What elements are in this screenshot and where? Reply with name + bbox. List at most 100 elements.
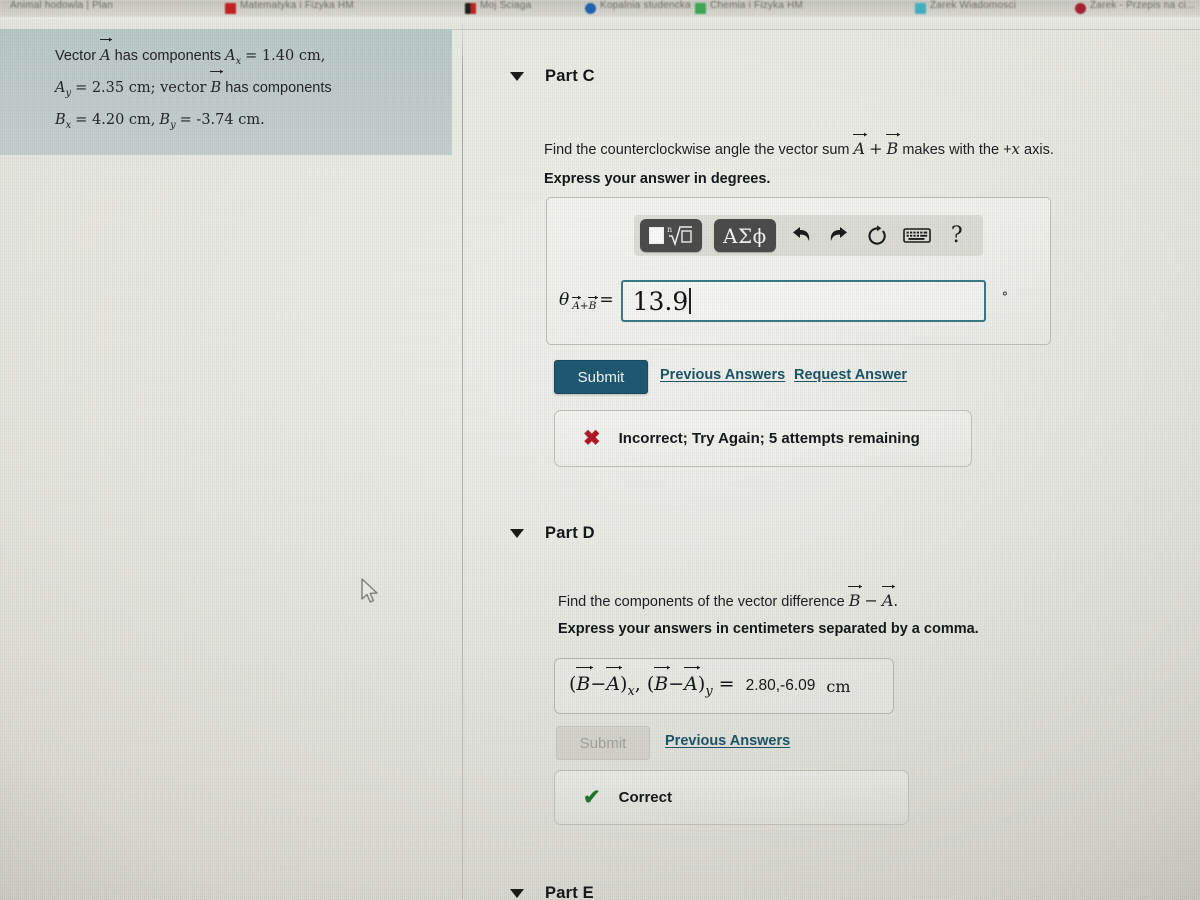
vector-a-symbol: A [853, 134, 867, 158]
component-symbol: B [55, 111, 66, 128]
part-c-question: Find the counterclockwise angle the vect… [544, 134, 1054, 158]
part-d-answer-box: (B−A)x, (B−A)y = 2.80,-6.09 cm [554, 658, 894, 714]
help-icon[interactable]: ? [944, 223, 970, 249]
bookmark-label: Kopalnia studencka [600, 0, 691, 11]
bookmark-item[interactable]: Matematyka i Fizyka HM [225, 0, 354, 17]
period: . [893, 594, 899, 610]
part-d-header[interactable]: Part D [510, 524, 595, 543]
greek-letters-label: ΑΣϕ [723, 223, 767, 248]
chevron-down-icon[interactable] [510, 529, 524, 538]
vector-b-symbol: B [886, 134, 900, 158]
svg-text:n: n [667, 225, 672, 234]
vector-b-symbol: B [848, 586, 863, 610]
math-template-button[interactable]: n [640, 219, 702, 252]
chevron-down-icon[interactable] [510, 889, 524, 898]
bookmark-item[interactable]: Zarek Wiadomosci [915, 0, 1016, 17]
greek-symbols-button[interactable]: ΑΣϕ [714, 219, 776, 252]
question-text: axis. [1024, 142, 1054, 158]
bookmark-item[interactable]: Animal hodowla | Plan [10, 0, 113, 17]
bookmark-favicon [915, 3, 926, 14]
radical-icon: n [667, 224, 693, 248]
part-c-answer-card: n ΑΣϕ ? θ A+B = 13.9 ° [546, 197, 1051, 345]
bookmark-item[interactable]: Moj Sciaga [465, 0, 531, 17]
vector-b-symbol: B [575, 667, 593, 696]
math-toolbar[interactable]: n ΑΣϕ ? [634, 215, 983, 256]
part-d-answer-value: 2.80,-6.09 [745, 677, 816, 694]
vector-b-symbol: B [210, 70, 223, 101]
bookmark-label: Zarek Wiadomosci [930, 0, 1016, 11]
assignment-content-pane: Part C Find the counterclockwise angle t… [462, 29, 1200, 900]
part-c-answer-input[interactable]: 13.9 [620, 280, 986, 322]
part-c-feedback-incorrect: ✖ Incorrect; Try Again; 5 attempts remai… [554, 410, 972, 467]
submit-button-label: Submit [579, 734, 627, 752]
part-c-request-answer-link[interactable]: Request Answer [794, 367, 907, 383]
answer-input-value: 13.9 [632, 286, 689, 316]
problem-statement-pane: Vector A has components Ax = 1.40 cm, Ay… [0, 29, 462, 900]
question-text: Find the counterclockwise angle the vect… [544, 142, 850, 158]
bookmark-label: Matematyka i Fizyka HM [240, 0, 354, 11]
vector-a-symbol: A [99, 38, 113, 69]
part-d-previous-answers-link[interactable]: Previous Answers [665, 733, 790, 749]
component-value: = 2.35 cm; vector [75, 79, 207, 96]
bookmark-favicon [1075, 3, 1086, 14]
question-text: Find the components of the vector differ… [558, 594, 845, 610]
vector-a-symbol: A [605, 667, 622, 696]
component-subscript: y [170, 119, 176, 131]
part-c-answer-row: θ A+B = 13.9 ° [559, 280, 1044, 322]
submit-button-label: Submit [577, 368, 625, 386]
part-d-question: Find the components of the vector differ… [558, 586, 899, 610]
minus-operator: − [668, 673, 685, 696]
equals-sign: = [599, 289, 614, 310]
bookmark-label: Chemia i Fizyka HM [710, 0, 804, 11]
part-c-submit-button[interactable]: Submit [554, 360, 648, 394]
reset-icon[interactable] [864, 223, 890, 249]
theta-symbol: θ [559, 289, 570, 310]
component-subscript: y [65, 87, 72, 99]
bookmark-label: Animal hodowla | Plan [10, 0, 113, 11]
browser-screenshot: Animal hodowla | Plan Matematyka i Fizyk… [0, 0, 1200, 900]
component-symbol: A [55, 79, 66, 96]
subscript-plus: + [579, 300, 589, 313]
problem-statement-box: Vector A has components Ax = 1.40 cm, Ay… [0, 29, 452, 155]
bookmark-favicon [695, 3, 706, 14]
bookmark-item[interactable]: Zarek - Przepis na ci... [1075, 0, 1195, 17]
part-d-feedback-correct: ✔ Correct [554, 770, 909, 825]
bookmark-label: Zarek - Przepis na ci... [1090, 0, 1195, 11]
statement-text: Vector [55, 48, 97, 64]
chevron-down-icon[interactable] [510, 72, 524, 81]
plus-operator: + [869, 139, 883, 158]
component-symbol: A [225, 48, 236, 64]
bookmark-favicon [225, 3, 236, 14]
problem-statement-line-1: Vector A has components Ax = 1.40 cm, [55, 38, 432, 75]
browser-bookmarks-bar[interactable]: Animal hodowla | Plan Matematyka i Fizyk… [0, 0, 1200, 17]
vector-b-symbol: B [653, 667, 671, 696]
problem-statement-line-2: Ay = 2.35 cm; vector B has components [55, 70, 432, 107]
bookmark-item[interactable]: Chemia i Fizyka HM [695, 0, 803, 17]
part-c-instruction: Express your answer in degrees. [544, 171, 771, 187]
part-c-header[interactable]: Part C [510, 67, 595, 86]
bookmark-label: Moj Sciaga [480, 0, 532, 11]
redo-icon[interactable] [826, 223, 852, 249]
text-caret [689, 288, 691, 314]
component-subscript-x: x [627, 683, 635, 699]
component-value: = 1.40 cm, [245, 48, 326, 64]
feedback-message: Incorrect; Try Again; 5 attempts remaini… [618, 430, 920, 447]
empty-box-icon [649, 227, 664, 244]
vector-a-symbol: A [683, 667, 700, 696]
bookmark-item[interactable]: Kopalnia studencka [585, 0, 691, 17]
keyboard-icon[interactable] [902, 223, 932, 249]
bookmark-favicon [585, 3, 596, 14]
component-value: = 4.20 cm, [75, 111, 156, 128]
subscript-vector-a: A [571, 297, 581, 313]
part-c-previous-answers-link[interactable]: Previous Answers [660, 367, 785, 383]
answer-variable-label: θ A+B = [559, 290, 614, 312]
degree-unit-label: ° [1001, 290, 1009, 305]
feedback-message: Correct [618, 789, 672, 806]
statement-text: has components [114, 48, 222, 64]
equals-sign: = [718, 673, 735, 696]
pane-divider [462, 18, 463, 900]
part-e-title: Part E [545, 884, 594, 900]
incorrect-icon: ✖ [583, 427, 601, 450]
undo-icon[interactable] [788, 223, 814, 249]
part-e-header[interactable]: Part E [510, 884, 594, 900]
